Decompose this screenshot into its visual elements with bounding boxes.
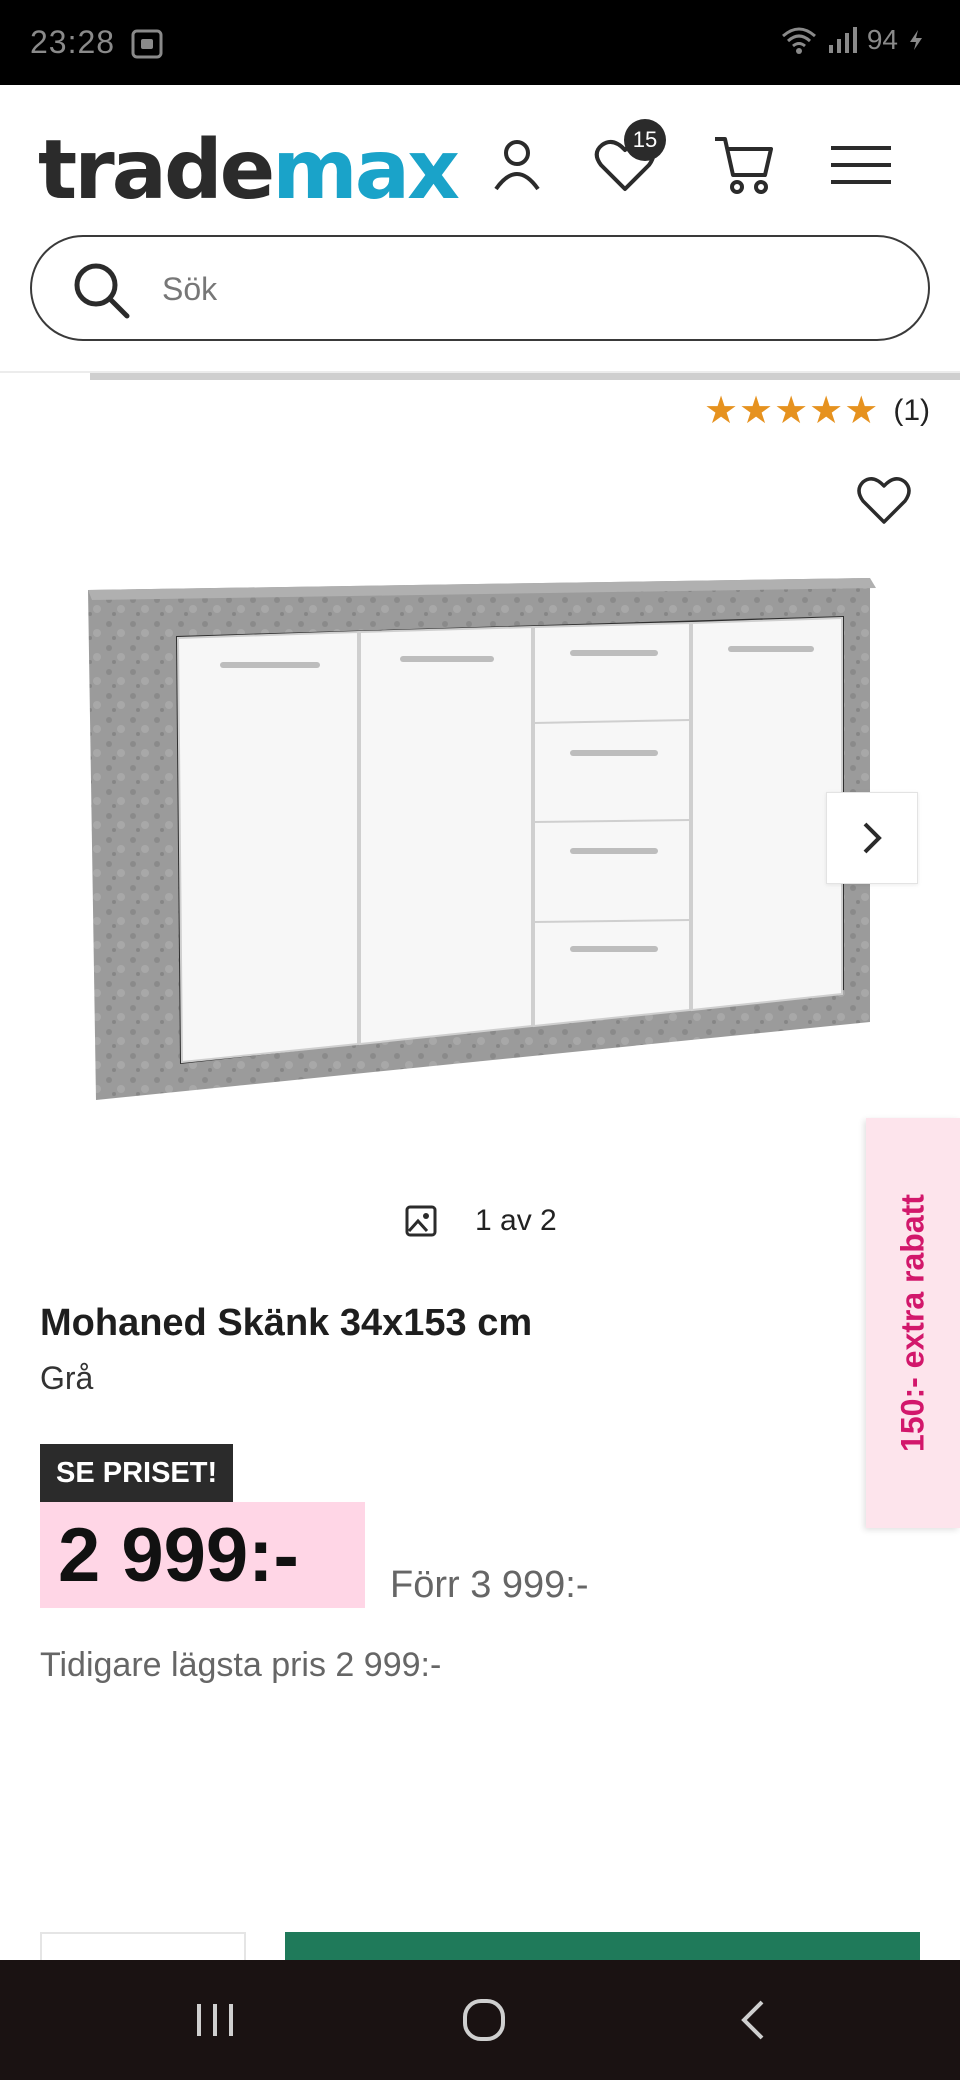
add-to-wishlist-heart-icon[interactable] — [856, 472, 912, 528]
recents-button[interactable] — [180, 1988, 250, 2052]
system-nav-bar — [0, 1960, 960, 2080]
site-header: trademax 15 — [0, 85, 960, 373]
signal-icon — [828, 27, 857, 53]
back-button[interactable] — [718, 1988, 788, 2052]
status-bar: 23:28 94 — [0, 0, 960, 85]
logo-part2: max — [272, 123, 460, 218]
back-icon — [741, 2000, 764, 2040]
wishlist-button[interactable]: 15 — [590, 119, 666, 203]
menu-icon — [831, 146, 891, 184]
image-counter-text: 1 av 2 — [475, 1204, 557, 1237]
trademax-logo[interactable]: trademax — [38, 123, 460, 218]
previous-price: Förr 3 999:- — [390, 1564, 589, 1606]
rating-count: (1) — [893, 393, 930, 427]
search-input[interactable] — [162, 261, 862, 317]
deal-badge: SE PRISET! — [40, 1444, 234, 1502]
wishlist-count-badge: 15 — [624, 119, 666, 161]
recents-icon — [197, 2004, 233, 2036]
account-button[interactable] — [482, 127, 552, 203]
cart-button[interactable] — [708, 127, 778, 203]
wifi-icon — [781, 27, 816, 54]
next-image-button[interactable] — [826, 792, 918, 884]
screenshot-icon — [131, 29, 163, 59]
home-button[interactable] — [449, 1988, 519, 2052]
extra-discount-tab[interactable]: 150:- extra rabatt — [866, 1118, 960, 1528]
scroll-progress-bar — [90, 373, 960, 380]
chevron-right-icon — [863, 822, 882, 854]
product-title: Mohaned Skänk 34x153 cm — [40, 1302, 533, 1344]
product-variant: Grå — [40, 1360, 94, 1396]
product-rating[interactable]: ★★★★★ (1) — [704, 388, 930, 433]
rating-stars: ★★★★★ — [703, 390, 880, 432]
current-price: 2 999:- — [40, 1502, 365, 1608]
system-icons: 94 — [779, 24, 926, 56]
quantity-selector[interactable] — [40, 1932, 246, 1962]
cart-icon — [715, 137, 773, 194]
image-icon — [405, 1205, 437, 1237]
logo-part1: trade — [38, 123, 275, 218]
user-icon — [494, 140, 540, 191]
battery-level: 94 — [866, 24, 898, 55]
battery-icon — [910, 30, 922, 50]
status-time: 23:28 — [30, 24, 116, 60]
product-image[interactable] — [80, 570, 880, 1110]
home-icon — [463, 1999, 505, 2041]
extra-discount-label: 150:- extra rabatt — [894, 1194, 931, 1452]
image-counter: 1 av 2 — [405, 1204, 557, 1238]
menu-button[interactable] — [826, 127, 896, 203]
add-to-cart-button[interactable] — [285, 1932, 920, 1962]
search-bar[interactable] — [30, 235, 930, 341]
search-icon — [74, 263, 130, 319]
lowest-price-note: Tidigare lägsta pris 2 999:- — [40, 1646, 442, 1684]
